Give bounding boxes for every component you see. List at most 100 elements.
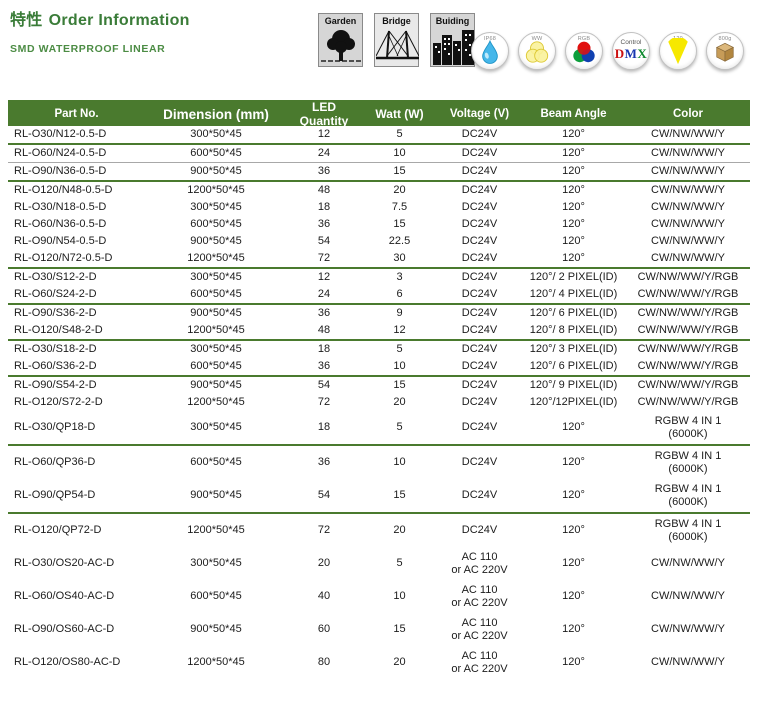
cell-color: CW/NW/WW/Y	[626, 200, 750, 215]
cell-color: CW/NW/WW/Y/RGB	[626, 306, 750, 321]
cell-qty: 12	[287, 127, 361, 142]
cell-qty: 48	[287, 323, 361, 338]
cell-watt: 6	[361, 287, 438, 302]
cell-color: CW/NW/WW/Y/RGB	[626, 378, 750, 393]
cell-part: RL-O30/S18-2-D	[8, 342, 145, 357]
table-row: RL-O30/QP18-D300*50*45185DC24V120°RGBW 4…	[8, 411, 750, 446]
cell-watt: 3	[361, 270, 438, 285]
cell-dim: 900*50*45	[145, 622, 287, 637]
cell-qty: 12	[287, 270, 361, 285]
cell-dim: 1200*50*45	[145, 183, 287, 198]
cell-line: RGBW 4 IN 1	[626, 415, 750, 428]
cell-watt: 22.5	[361, 234, 438, 249]
table-row: RL-O90/QP54-D900*50*455415DC24V120°RGBW …	[8, 479, 750, 514]
cell-color: CW/NW/WW/Y	[626, 589, 750, 604]
table-row: RL-O120/S72-2-D1200*50*457220DC24V120°/1…	[8, 394, 750, 411]
cell-qty: 48	[287, 183, 361, 198]
cell-part: RL-O30/QP18-D	[8, 420, 145, 435]
cell-part: RL-O30/N18-0.5-D	[8, 200, 145, 215]
table-row: RL-O60/N36-0.5-D600*50*453615DC24V120°CW…	[8, 216, 750, 233]
cell-qty: 36	[287, 359, 361, 374]
column-header: Color	[626, 108, 750, 120]
warm-white-led-icon: WW	[518, 32, 556, 70]
cell-voltage: DC24V	[438, 455, 521, 470]
carton-box-icon	[713, 41, 737, 63]
cell-voltage: DC24V	[438, 200, 521, 215]
table-header-row: Part No.Dimension (mm)LED QuantityWatt (…	[8, 100, 750, 126]
cell-voltage: DC24V	[438, 359, 521, 374]
cell-beam: 120°/ 6 PIXEL(ID)	[521, 359, 626, 374]
cell-beam: 120°/ 9 PIXEL(ID)	[521, 378, 626, 393]
cell-dim: 600*50*45	[145, 359, 287, 374]
cell-beam: 120°	[521, 488, 626, 503]
cell-color: CW/NW/WW/Y	[626, 622, 750, 637]
table-row: RL-O30/N12-0.5-D300*50*45125DC24V120°CW/…	[8, 126, 750, 145]
table-row: RL-O90/S54-2-D900*50*455415DC24V120°/ 9 …	[8, 377, 750, 394]
cell-dim: 1200*50*45	[145, 523, 287, 538]
cell-beam: 120°	[521, 589, 626, 604]
beam-angle-icon: 120	[659, 32, 697, 70]
cell-qty: 36	[287, 164, 361, 179]
cell-part: RL-O60/S36-2-D	[8, 359, 145, 374]
cell-voltage: DC24V	[438, 287, 521, 302]
order-table: Part No.Dimension (mm)LED QuantityWatt (…	[8, 100, 750, 679]
cell-qty: 72	[287, 395, 361, 410]
bridge-icon-label: Bridge	[375, 16, 418, 26]
table-row: RL-O120/QP72-D1200*50*457220DC24V120°RGB…	[8, 514, 750, 547]
cell-part: RL-O30/S12-2-D	[8, 270, 145, 285]
cell-beam: 120°	[521, 127, 626, 142]
column-header: Dimension (mm)	[145, 107, 287, 122]
cell-watt: 20	[361, 395, 438, 410]
cell-watt: 5	[361, 127, 438, 142]
cell-color: CW/NW/WW/Y/RGB	[626, 359, 750, 374]
cell-qty: 24	[287, 146, 361, 161]
cell-line: (6000K)	[626, 531, 750, 544]
cell-watt: 20	[361, 183, 438, 198]
cell-line: AC 110	[438, 650, 521, 663]
cell-dim: 300*50*45	[145, 127, 287, 142]
cell-part: RL-O120/S48-2-D	[8, 323, 145, 338]
table-row: RL-O90/N54-0.5-D900*50*455422.5DC24V120°…	[8, 233, 750, 250]
cell-qty: 18	[287, 342, 361, 357]
cell-voltage: DC24V	[438, 164, 521, 179]
cell-line: or AC 220V	[438, 663, 521, 676]
column-header: Part No.	[8, 108, 145, 120]
city-skyline-icon	[432, 27, 475, 65]
cell-color: CW/NW/WW/Y	[626, 164, 750, 179]
cell-color: CW/NW/WW/Y	[626, 251, 750, 266]
cell-line: (6000K)	[626, 496, 750, 509]
table-row: RL-O90/N36-0.5-D900*50*453615DC24V120°CW…	[8, 163, 750, 182]
cell-line: AC 110	[438, 617, 521, 630]
cell-line: RGBW 4 IN 1	[626, 450, 750, 463]
cell-voltage: DC24V	[438, 420, 521, 435]
table-row: RL-O60/QP36-D600*50*453610DC24V120°RGBW …	[8, 446, 750, 479]
table-row: RL-O30/S18-2-D300*50*45185DC24V120°/ 3 P…	[8, 341, 750, 358]
table-row: RL-O120/N48-0.5-D1200*50*454820DC24V120°…	[8, 182, 750, 199]
cell-beam: 120°/ 2 PIXEL(ID)	[521, 270, 626, 285]
cell-voltage: AC 110or AC 220V	[438, 616, 521, 644]
rgb-circles-icon	[571, 40, 597, 65]
cell-part: RL-O60/S24-2-D	[8, 287, 145, 302]
cell-part: RL-O120/QP72-D	[8, 523, 145, 538]
application-icons: Garden Bridge Buiding	[318, 13, 475, 67]
table-row: RL-O120/S48-2-D1200*50*454812DC24V120°/ …	[8, 322, 750, 341]
cell-part: RL-O30/OS20-AC-D	[8, 556, 145, 571]
cell-voltage: DC24V	[438, 523, 521, 538]
cell-watt: 15	[361, 488, 438, 503]
cell-color: RGBW 4 IN 1(6000K)	[626, 482, 750, 510]
cell-color: CW/NW/WW/Y/RGB	[626, 270, 750, 285]
table-row: RL-O60/S36-2-D600*50*453610DC24V120°/ 6 …	[8, 358, 750, 377]
column-header: Beam Angle	[521, 108, 626, 120]
cell-qty: 54	[287, 488, 361, 503]
beam-cone-icon	[665, 38, 691, 66]
cell-color: CW/NW/WW/Y	[626, 217, 750, 232]
column-header: LED Quantity	[287, 100, 361, 128]
cell-beam: 120°	[521, 183, 626, 198]
header: 特性Order Information SMD WATERPROOF LINEA…	[10, 6, 190, 55]
cell-dim: 600*50*45	[145, 217, 287, 232]
cell-dim: 600*50*45	[145, 146, 287, 161]
cell-voltage: DC24V	[438, 488, 521, 503]
cell-beam: 120°	[521, 234, 626, 249]
cell-watt: 20	[361, 523, 438, 538]
cell-voltage: DC24V	[438, 306, 521, 321]
